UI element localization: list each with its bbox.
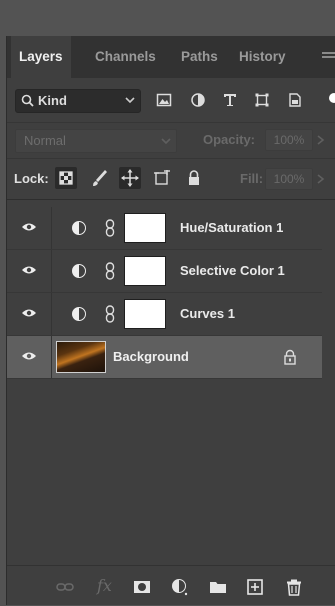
fill-input[interactable]: 100% — [265, 168, 313, 190]
blend-row: Normal Opacity: 100% — [7, 122, 335, 159]
lock-position-button[interactable] — [119, 167, 141, 189]
filter-toggle-icon[interactable] — [329, 93, 335, 103]
checkerboard-icon — [59, 171, 73, 185]
smart-object-filter-icon[interactable] — [287, 92, 303, 108]
lock-transparent-button[interactable] — [55, 167, 77, 189]
layer-row[interactable]: Hue/Saturation 1 — [7, 207, 322, 250]
lock-label: Lock: — [14, 171, 49, 186]
layer-name: Selective Color 1 — [180, 263, 285, 278]
layer-mask-thumbnail[interactable] — [124, 299, 166, 329]
layers-panel: Layers Channels Paths History Kind Norma… — [6, 36, 335, 605]
type-filter-icon[interactable] — [222, 92, 238, 108]
adjustment-layer-icon — [72, 307, 86, 321]
chevron-right-icon[interactable] — [314, 130, 328, 150]
filter-row: Kind — [7, 78, 335, 122]
layer-mask-thumbnail[interactable] — [124, 213, 166, 243]
lock-all-button[interactable] — [183, 167, 205, 189]
tab-layers[interactable]: Layers — [11, 36, 71, 78]
layer-row[interactable]: Selective Color 1 — [7, 250, 322, 293]
chain-link-icon[interactable] — [105, 262, 115, 280]
layer-mask-thumbnail[interactable] — [124, 256, 166, 286]
tab-history[interactable]: History — [231, 36, 294, 78]
opacity-label: Opacity: — [203, 132, 256, 147]
blend-mode-select[interactable]: Normal — [15, 129, 177, 153]
lock-pixels-button[interactable] — [89, 167, 111, 189]
visibility-toggle[interactable] — [7, 293, 52, 335]
eye-icon — [22, 223, 36, 231]
link-layers-icon[interactable] — [56, 578, 74, 596]
visibility-toggle[interactable] — [7, 250, 52, 292]
adjustment-layer-icon — [72, 264, 86, 278]
filter-kind-select[interactable]: Kind — [15, 89, 141, 113]
eye-icon — [22, 309, 36, 317]
visibility-toggle[interactable] — [7, 336, 52, 378]
top-strip — [0, 0, 335, 36]
fill-label: Fill: — [240, 171, 264, 186]
layer-row[interactable]: Curves 1 — [7, 293, 322, 336]
layer-name: Curves 1 — [180, 306, 235, 321]
new-adjustment-icon[interactable] — [171, 578, 189, 596]
artboard-icon — [154, 170, 170, 185]
tab-paths[interactable]: Paths — [173, 36, 226, 78]
brush-icon — [93, 170, 107, 186]
layer-row-background[interactable]: Background — [7, 336, 322, 379]
adjustment-filter-icon[interactable] — [190, 92, 206, 108]
filter-kind-label: Kind — [38, 93, 67, 108]
visibility-toggle[interactable] — [7, 207, 52, 249]
layer-thumbnail[interactable] — [56, 341, 106, 373]
lock-icon — [189, 170, 199, 185]
lock-row: Lock: Fill: 100% — [7, 158, 335, 200]
pixel-filter-icon[interactable] — [156, 92, 172, 108]
add-mask-icon[interactable] — [133, 578, 151, 596]
eye-icon — [22, 352, 36, 360]
chain-link-icon[interactable] — [105, 219, 115, 237]
eye-icon — [22, 266, 36, 274]
blend-mode-value: Normal — [24, 133, 66, 148]
layer-name: Hue/Saturation 1 — [180, 220, 284, 235]
new-group-icon[interactable] — [209, 578, 227, 596]
bottom-toolbar: fx — [7, 565, 335, 606]
chevron-right-icon[interactable] — [314, 169, 328, 189]
move-icon — [121, 169, 139, 187]
chevron-down-icon — [161, 138, 171, 145]
new-layer-icon[interactable] — [246, 578, 264, 596]
panel-menu-icon[interactable] — [322, 52, 335, 62]
trash-icon[interactable] — [285, 578, 303, 596]
chain-link-icon[interactable] — [105, 305, 115, 323]
search-icon — [21, 94, 34, 107]
layer-name: Background — [113, 349, 189, 364]
tab-bar: Layers Channels Paths History — [7, 36, 335, 78]
chevron-down-icon — [125, 97, 135, 104]
lock-icon[interactable] — [283, 349, 297, 365]
fx-icon[interactable]: fx — [97, 576, 112, 595]
shape-filter-icon[interactable] — [254, 92, 270, 108]
lock-artboard-button[interactable] — [151, 167, 173, 189]
tab-channels[interactable]: Channels — [87, 36, 164, 78]
opacity-input[interactable]: 100% — [265, 129, 313, 151]
adjustment-layer-icon — [72, 221, 86, 235]
